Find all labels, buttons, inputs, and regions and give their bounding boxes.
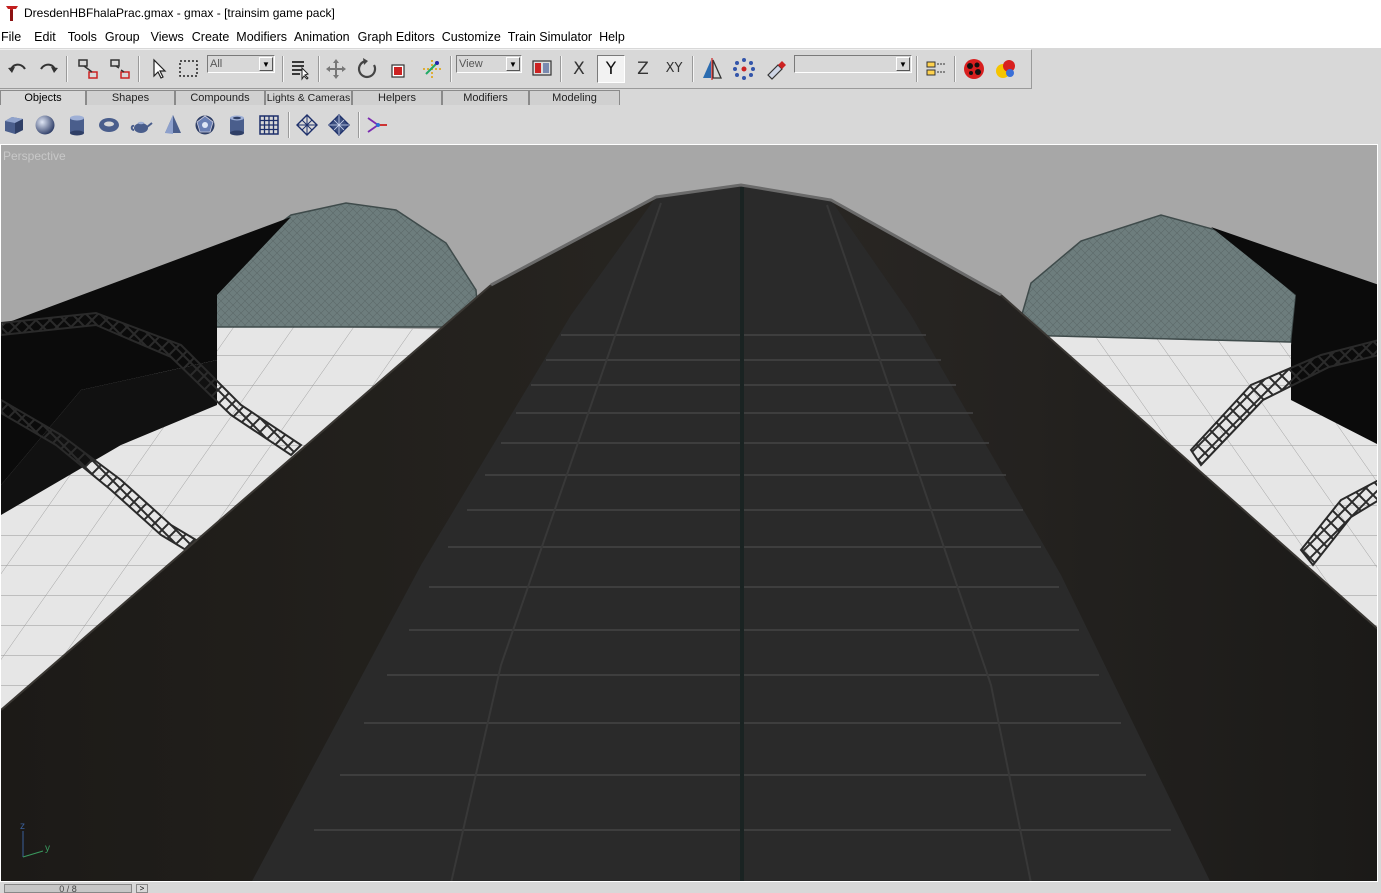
title-bar: DresdenHBFhalaPrac.gmax - gmax - [trains… <box>0 0 1381 26</box>
sphere-icon[interactable] <box>32 112 58 138</box>
cylinder-icon[interactable] <box>64 112 90 138</box>
box-icon[interactable] <box>1 112 27 138</box>
select-and-rotate-icon[interactable] <box>354 55 382 83</box>
use-pivot-point-center-icon[interactable] <box>528 55 556 83</box>
reference-coordinate-dropdown[interactable]: View ▼ <box>456 55 522 73</box>
tab-modifiers[interactable]: Modifiers <box>442 90 529 105</box>
menu-customize[interactable]: Customize <box>442 26 508 48</box>
tab-helpers[interactable]: Helpers <box>352 90 442 105</box>
toolbar-separator <box>138 56 140 82</box>
menu-group[interactable]: Group <box>105 26 147 48</box>
layer-manager-icon[interactable] <box>922 55 950 83</box>
restrict-to-z-button[interactable]: Z <box>630 57 656 83</box>
selection-filter-dropdown[interactable]: All ▼ <box>207 55 275 73</box>
axis-y-label: y <box>45 843 50 854</box>
menu-tools[interactable]: Tools <box>68 26 104 48</box>
menu-create[interactable]: Create <box>192 26 237 48</box>
cone-icon[interactable] <box>160 112 186 138</box>
select-and-scale-icon[interactable] <box>386 55 414 83</box>
redo-icon[interactable] <box>34 55 62 83</box>
time-slider[interactable]: 0 / 8 <box>4 884 132 893</box>
plane-mesh-icon[interactable] <box>294 112 320 138</box>
rectangular-selection-region-icon[interactable] <box>175 55 203 83</box>
window-title: DresdenHBFhalaPrac.gmax - gmax - [trains… <box>24 6 335 20</box>
restrict-to-y-label: Y <box>605 59 617 79</box>
chevron-down-icon: ▼ <box>506 57 520 71</box>
menu-graph-editors[interactable]: Graph Editors <box>358 26 442 48</box>
tab-objects[interactable]: Objects <box>0 90 86 105</box>
tube-icon[interactable] <box>224 112 250 138</box>
mirror-icon[interactable] <box>698 55 726 83</box>
toolbar-separator <box>288 112 290 138</box>
tab-shapes[interactable]: Shapes <box>86 90 175 105</box>
menu-file[interactable]: File <box>0 26 28 48</box>
axis-z-label: z <box>20 821 25 832</box>
menu-views[interactable]: Views <box>151 26 191 48</box>
toolbar-separator <box>916 56 918 82</box>
scene-render <box>1 183 1377 881</box>
tab-compounds[interactable]: Compounds <box>175 90 265 105</box>
restrict-to-x-button[interactable]: X <box>566 57 592 83</box>
restrict-to-y-button[interactable]: Y <box>597 55 625 83</box>
reference-coordinate-value: View <box>459 58 483 70</box>
menu-bar: File Edit Tools Group Views Create Modif… <box>0 26 1381 48</box>
toolbar-separator <box>318 56 320 82</box>
plane-grid-icon[interactable] <box>256 112 282 138</box>
objects-toolbar <box>0 106 400 142</box>
select-by-name-icon[interactable] <box>286 55 314 83</box>
toolbar-separator <box>692 56 694 82</box>
render-scene-icon[interactable] <box>992 55 1020 83</box>
next-frame-icon[interactable]: > <box>136 884 148 893</box>
named-selection-sets-dropdown[interactable]: ▼ <box>794 55 912 73</box>
command-tabs: Objects Shapes Compounds Lights & Camera… <box>0 90 620 105</box>
toolbar-separator <box>560 56 562 82</box>
toolbar-separator <box>450 56 452 82</box>
unlink-selection-icon[interactable] <box>106 55 134 83</box>
chevron-down-icon: ▼ <box>259 57 273 71</box>
gmax-app-icon <box>6 6 18 21</box>
menu-edit[interactable]: Edit <box>34 26 63 48</box>
toolbar-separator <box>66 56 68 82</box>
main-toolbar: All ▼ View ▼ X Y Z XY ▼ <box>0 49 1032 89</box>
align-icon[interactable] <box>762 55 790 83</box>
menu-modifiers[interactable]: Modifiers <box>236 26 294 48</box>
menu-help[interactable]: Help <box>599 26 632 48</box>
spline-path-icon[interactable] <box>364 112 390 138</box>
toolbar-separator <box>954 56 956 82</box>
geosphere-icon[interactable] <box>192 112 218 138</box>
menu-train-simulator[interactable]: Train Simulator <box>508 26 599 48</box>
tab-modeling[interactable]: Modeling <box>529 90 620 105</box>
select-and-link-icon[interactable] <box>74 55 102 83</box>
toolbar-separator <box>282 56 284 82</box>
material-editor-icon[interactable] <box>960 55 988 83</box>
restrict-to-xy-plane-button[interactable]: XY <box>661 57 687 83</box>
chevron-down-icon: ▼ <box>896 57 910 71</box>
undo-icon[interactable] <box>4 55 32 83</box>
torus-icon[interactable] <box>96 112 122 138</box>
grid-object-icon[interactable] <box>326 112 352 138</box>
select-and-move-icon[interactable] <box>322 55 350 83</box>
menu-animation[interactable]: Animation <box>294 26 357 48</box>
viewport-label[interactable]: Perspective <box>3 149 66 163</box>
select-and-manipulate-icon[interactable] <box>418 55 446 83</box>
time-slider-bar: 0 / 8 > <box>0 882 1381 893</box>
teapot-icon[interactable] <box>128 112 154 138</box>
array-icon[interactable] <box>730 55 758 83</box>
tab-lights-cameras[interactable]: Lights & Cameras <box>265 90 352 105</box>
toolbar-separator <box>358 112 360 138</box>
select-object-icon[interactable] <box>144 55 172 83</box>
perspective-viewport[interactable]: Perspective z y <box>0 144 1378 882</box>
selection-filter-value: All <box>210 58 223 70</box>
time-slider-value: 0 / 8 <box>59 884 77 893</box>
